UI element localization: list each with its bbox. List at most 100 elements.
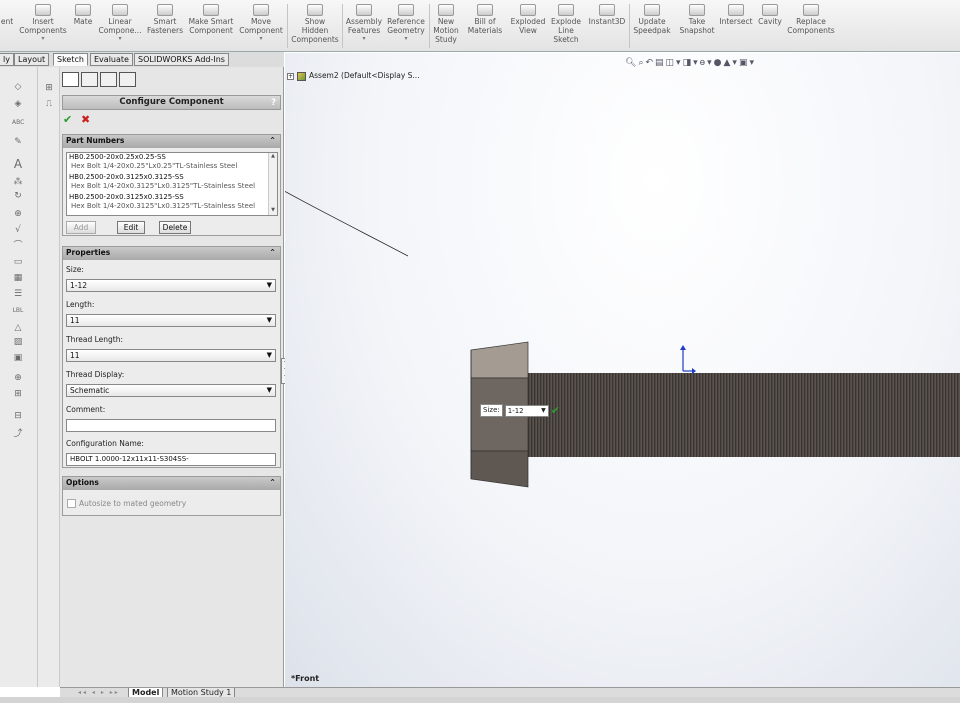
hatch-icon[interactable]: ▨ (12, 337, 24, 348)
add-button[interactable]: Add (66, 221, 96, 234)
label-icon[interactable]: LBL (12, 305, 24, 316)
mate-icon (75, 4, 91, 16)
arc-icon[interactable]: ⌒ (12, 241, 24, 252)
tab-solidworks-add-ins[interactable]: SOLIDWORKS Add-Ins (134, 53, 229, 66)
list-item[interactable]: HB0.2500-20x0.3125x0.3125-SS Hex Bolt 1/… (67, 173, 277, 193)
move-component-button[interactable]: Move Component ▾ (237, 4, 285, 42)
text-icon[interactable]: A (12, 158, 24, 170)
zoom-icon[interactable]: ⊕ (12, 209, 24, 220)
size-select[interactable]: 1-12 ▼ (66, 279, 276, 292)
tab-layout[interactable]: Layout (14, 53, 50, 66)
property-icon[interactable]: ⊞ (43, 83, 55, 94)
new-motion-study-icon (438, 4, 454, 16)
edit-button[interactable]: Edit (117, 221, 145, 234)
tab-nav-arrows-icon[interactable]: ◂◂ ◂ ▸ ▸▸ (78, 689, 120, 696)
pattern-icon[interactable]: ⁂ (12, 177, 24, 188)
bill-of-materials-icon (477, 4, 493, 16)
smart-fasteners-button[interactable]: Smart Fasteners (146, 4, 184, 35)
block-icon[interactable]: ▣ (12, 353, 24, 364)
take-snapshot-button[interactable]: Take Snapshot (678, 4, 716, 35)
bill-of-materials-button[interactable]: Bill of Materials (466, 4, 504, 35)
ok-button[interactable]: ✔ (63, 113, 72, 126)
line-icon[interactable]: ◈ (12, 99, 24, 110)
chevron-down-icon[interactable]: ▾ (385, 35, 427, 42)
comment-field[interactable] (66, 419, 276, 432)
grid-icon[interactable]: ⊟ (12, 411, 24, 422)
options-header[interactable]: Options ⌃ (63, 477, 280, 490)
bolt-threads (528, 373, 960, 457)
curve-icon[interactable]: ⤴ (12, 429, 24, 440)
autosize-checkbox[interactable] (67, 499, 76, 508)
make-smart-component-button[interactable]: Make Smart Component (187, 4, 235, 35)
tab-evaluate[interactable]: Evaluate (90, 53, 133, 66)
insert-components-button[interactable]: Insert Components ▾ (18, 4, 68, 42)
chevron-down-icon: ▼ (541, 406, 546, 414)
intersect-button[interactable]: Intersect (718, 4, 754, 26)
list-item[interactable]: HB0.2500-20x0.3125x0.3125-SS Hex Bolt 1/… (67, 193, 277, 213)
display-manager-tab-icon[interactable] (119, 72, 136, 87)
thread-length-select[interactable]: 11 ▼ (66, 349, 276, 362)
chevron-down-icon: ▼ (266, 386, 272, 394)
collapse-icon[interactable]: ⌃ (269, 477, 276, 489)
confirm-check-icon[interactable]: ✔ (551, 404, 560, 417)
step-icon[interactable]: ⎍ (43, 99, 55, 110)
thread-display-select[interactable]: Schematic ▼ (66, 384, 276, 397)
part-numbers-group: Part Numbers ⌃ HB0.2500-20x0.25x0.25-SS … (62, 134, 281, 236)
configuration-manager-tab-icon[interactable] (100, 72, 117, 87)
text-abc-icon[interactable]: ABC (12, 117, 24, 128)
datum-icon[interactable]: ⊞ (12, 389, 24, 400)
table-icon[interactable]: ▦ (12, 273, 24, 284)
collapse-icon[interactable]: ⌃ (269, 247, 276, 259)
cavity-button[interactable]: Cavity (756, 4, 784, 26)
instant3d-button[interactable]: Instant3D (588, 4, 626, 26)
property-manager-tab-icon[interactable] (81, 72, 98, 87)
mate-button[interactable]: Mate (70, 4, 96, 26)
properties-header[interactable]: Properties ⌃ (63, 247, 280, 260)
feature-manager-tab-icon[interactable] (62, 72, 79, 87)
help-icon[interactable]: ? (271, 97, 276, 110)
part-numbers-header[interactable]: Part Numbers ⌃ (63, 135, 280, 148)
reference-geometry-button[interactable]: Reference Geometry ▾ (385, 4, 427, 42)
exploded-view-button[interactable]: Exploded View (508, 4, 548, 35)
view-name: *Front (291, 674, 320, 683)
reference-geometry-icon (398, 4, 414, 16)
show-hidden-components-button[interactable]: Show Hidden Components (290, 4, 340, 44)
graphics-area[interactable]: + Assem2 (Default<Display S... 🔍︎⌕↶▤◫▾◨▾ɵ… (285, 53, 960, 687)
instant3d-icon (599, 4, 615, 16)
replace-components-icon (803, 4, 819, 16)
chevron-down-icon[interactable]: ▾ (97, 35, 143, 42)
new-motion-study-button[interactable]: New Motion Study (431, 4, 461, 44)
cancel-button[interactable]: ✖ (81, 113, 90, 126)
assembly-features-button[interactable]: Assembly Features ▾ (345, 4, 383, 42)
chevron-down-icon[interactable]: ▾ (345, 35, 383, 42)
part-numbers-list[interactable]: HB0.2500-20x0.25x0.25-SS Hex Bolt 1/4-20… (66, 152, 278, 216)
center-mark-icon[interactable]: ⊕ (12, 373, 24, 384)
update-speedpak-button[interactable]: Update Speedpak (632, 4, 672, 35)
delete-button[interactable]: Delete (159, 221, 191, 234)
replace-components-button[interactable]: Replace Components (786, 4, 836, 35)
explode-line-sketch-icon (558, 4, 574, 16)
rotate-icon[interactable]: ↻ (12, 191, 24, 202)
warning-icon[interactable]: △ (12, 323, 24, 334)
list-scrollbar[interactable]: ▲ ▼ (268, 153, 277, 215)
size-popup-select[interactable]: 1-12 ▼ (504, 404, 549, 417)
ribbon-component-button[interactable]: ent (0, 4, 14, 26)
smart-dimension-icon[interactable]: ◇ (12, 82, 24, 93)
check-icon[interactable]: √ (12, 225, 24, 236)
tab-assembly[interactable]: ly (0, 53, 14, 66)
chevron-down-icon[interactable]: ▾ (18, 35, 68, 42)
linear-pattern-button[interactable]: Linear Compone... ▾ (97, 4, 143, 42)
explode-line-sketch-button[interactable]: Explode Line Sketch (549, 4, 583, 44)
list-item[interactable]: HB0.2500-20x0.25x0.25-SS Hex Bolt 1/4-20… (67, 153, 277, 173)
model-viewport (285, 190, 960, 488)
rectangle-icon[interactable]: ▭ (12, 257, 24, 268)
bolt-head-top-face (470, 341, 529, 379)
configuration-name-label: Configuration Name: (66, 439, 144, 448)
configuration-name-field[interactable]: HBOLT 1.0000-12x11x11-S304SS- (66, 453, 276, 466)
pencil-icon[interactable]: ✎ (12, 137, 24, 148)
tab-sketch[interactable]: Sketch (53, 53, 88, 66)
chevron-down-icon[interactable]: ▾ (237, 35, 285, 42)
length-select[interactable]: 11 ▼ (66, 314, 276, 327)
collapse-icon[interactable]: ⌃ (269, 135, 276, 147)
note-icon[interactable]: ☰ (12, 289, 24, 300)
